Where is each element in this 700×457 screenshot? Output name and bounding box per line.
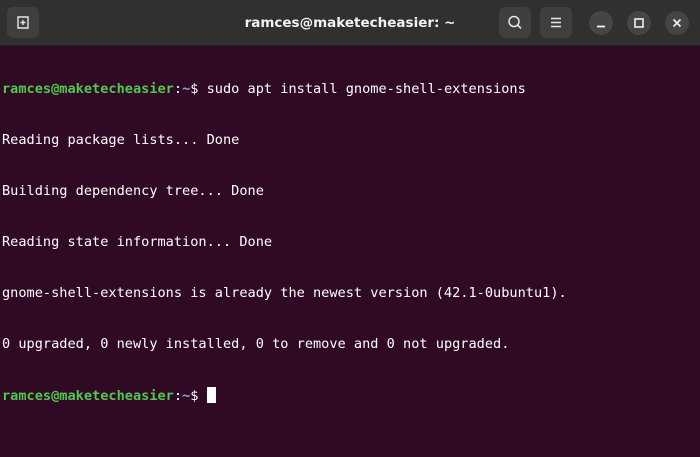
menu-button[interactable] [540,7,572,38]
search-button[interactable] [499,7,531,38]
maximize-button[interactable] [627,11,651,35]
prompt-separator: : [173,388,183,404]
minimize-button[interactable] [589,11,613,35]
output-line: Reading package lists... Done [2,132,240,148]
new-tab-button[interactable] [7,7,39,38]
output-line: Building dependency tree... Done [2,183,264,199]
output-line: gnome-shell-extensions is already the ne… [2,285,567,301]
terminal-output-area[interactable]: ramces@maketecheasier:~$ sudo apt instal… [2,47,700,457]
output-line: Reading state information... Done [2,234,273,250]
command-text: sudo apt install gnome-shell-extensions [198,81,526,97]
prompt-symbol: $ [190,388,207,404]
command-line: ramces@maketecheasier:~$ sudo apt instal… [2,81,700,98]
title-bar[interactable]: ramces@maketecheasier: ~ [0,0,700,46]
text-cursor [206,387,216,403]
output-line: 0 upgraded, 0 newly installed, 0 to remo… [2,336,510,352]
prompt-user-host: ramces@maketecheasier [2,388,174,404]
close-button[interactable] [665,11,689,35]
prompt-separator: : [173,81,183,97]
window-title: ramces@maketecheasier: ~ [244,15,456,31]
prompt-user-host: ramces@maketecheasier [2,81,174,97]
terminal-window: ramces@maketecheasier: ~ ramces@maketech… [0,0,700,457]
current-prompt-line[interactable]: ramces@maketecheasier:~$ [2,387,700,404]
